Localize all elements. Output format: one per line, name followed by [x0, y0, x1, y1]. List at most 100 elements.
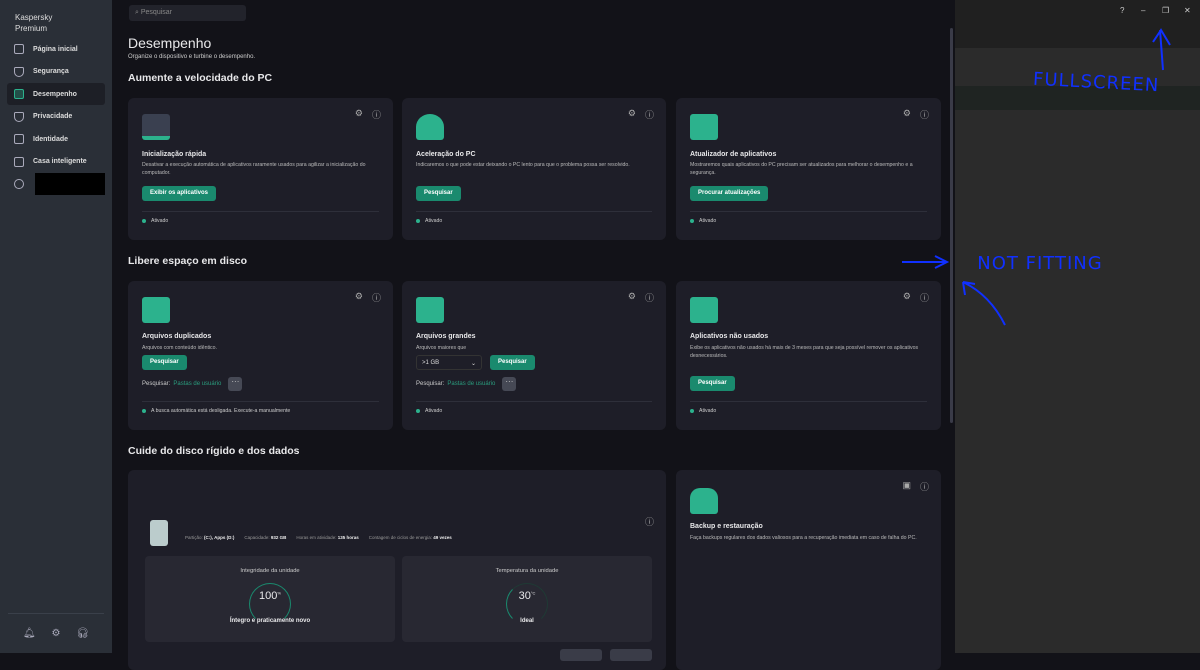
brand-name: Kaspersky Premium — [15, 13, 53, 33]
more-options-button[interactable]: ··· — [502, 377, 517, 391]
user-folders-link[interactable]: Pastas de usuário — [447, 381, 495, 387]
size-select[interactable]: >1 GB ⌄ — [416, 355, 482, 370]
card-disk-health: ⓘ Partição: (C:), Apps (D:) Capacidade: … — [128, 470, 666, 670]
duplicate-files-icon — [142, 297, 170, 323]
status-indicator: A busca automática está desligada. Execu… — [142, 408, 290, 414]
hours-label: Horas em atividade: — [296, 535, 337, 540]
disk-action-button-2[interactable] — [610, 649, 652, 661]
close-button[interactable]: ✕ — [1184, 6, 1191, 15]
sidebar-nav: Página inicial Segurança Desempenho Priv… — [7, 38, 105, 196]
disk-info: Partição: (C:), Apps (D:) Capacidade: 93… — [185, 535, 452, 540]
section-title-care: Cuide do disco rígido e dos dados — [128, 445, 300, 457]
status-text: Ativado — [425, 408, 443, 414]
section-title-disk: Libere espaço em disco — [128, 255, 248, 267]
card-description: Arquivos maiores que — [416, 345, 467, 351]
temperature-panel: Temperatura da unidade 30°C Ideal — [402, 556, 652, 642]
sidebar-footer: 🔔︎ ⚙ 🎧︎ — [8, 613, 104, 653]
sidebar: Kaspersky Premium Página inicial Seguran… — [0, 0, 112, 653]
gear-icon[interactable]: ⚙ — [355, 108, 363, 121]
show-apps-button[interactable]: Exibir os aplicativos — [142, 186, 217, 201]
card-title: Aplicativos não usados — [690, 333, 769, 340]
rocket-icon — [142, 114, 170, 140]
search-button[interactable]: Pesquisar — [142, 355, 187, 370]
sidebar-item-home[interactable]: Página inicial — [7, 38, 105, 60]
restore-button[interactable]: ❐ — [1162, 6, 1169, 15]
monitor-icon — [14, 89, 24, 99]
headset-icon[interactable]: 🎧︎ — [76, 628, 89, 639]
card-title: Aceleração do PC — [416, 151, 476, 158]
safe-icon[interactable]: ▣ — [902, 480, 911, 493]
card-description: Arquivos com conteúdo idêntico. — [142, 345, 217, 351]
search-button[interactable]: Pesquisar — [490, 355, 535, 370]
sidebar-item-privacy[interactable]: Privacidade — [7, 106, 105, 128]
gear-icon[interactable]: ⚙ — [628, 291, 636, 304]
speedometer-icon — [416, 114, 444, 140]
annotation-arrows — [902, 28, 1171, 326]
help-icon[interactable]: ⓘ — [645, 291, 654, 304]
search-location: Pesquisar: Pastas de usuário ··· — [416, 377, 517, 391]
sidebar-item-security[interactable]: Segurança — [7, 61, 105, 83]
help-icon[interactable]: ⓘ — [372, 108, 381, 121]
gear-icon[interactable]: ⚙ — [628, 108, 636, 121]
help-icon[interactable]: ⓘ — [920, 480, 929, 493]
gear-icon[interactable]: ⚙ — [52, 628, 61, 639]
integrity-panel: Integridade da unidade 100% Íntegro e pr… — [145, 556, 395, 642]
gear-icon[interactable]: ⚙ — [355, 291, 363, 304]
user-folders-link[interactable]: Pastas de usuário — [173, 381, 221, 387]
search-placeholder: Pesquisar — [140, 9, 173, 16]
integrity-title: Integridade da unidade — [240, 568, 300, 574]
search-location-label: Pesquisar: — [416, 381, 445, 387]
partition-value: (C:), Apps (D:) — [204, 535, 235, 540]
help-icon[interactable]: ⓘ — [645, 515, 654, 528]
card-backup: ▣ ⓘ Backup e restauração Faça backups reg… — [676, 470, 941, 670]
minimize-button[interactable]: – — [1141, 6, 1145, 15]
status-text: Ativado — [699, 408, 717, 414]
divider — [142, 401, 379, 402]
temperature-gauge — [506, 583, 548, 625]
chevron-down-icon: ⌄ — [470, 361, 476, 367]
page-title: Desempenho — [128, 35, 212, 51]
privacy-shield-icon — [14, 111, 24, 122]
card-title: Backup e restauração — [690, 523, 763, 530]
sidebar-item-performance[interactable]: Desempenho — [7, 83, 105, 105]
sidebar-item-identity[interactable]: Identidade — [7, 128, 105, 150]
app-update-icon — [690, 114, 718, 140]
size-select-value: >1 GB — [422, 360, 440, 366]
help-icon[interactable]: ⓘ — [645, 108, 654, 121]
disk-action-button-1[interactable] — [560, 649, 602, 661]
help-button[interactable]: ? — [1120, 6, 1124, 15]
sidebar-item-label: Casa inteligente — [33, 158, 87, 165]
status-indicator: Ativado — [142, 218, 168, 224]
search-button[interactable]: Pesquisar — [690, 376, 735, 391]
card-description: Exibe os aplicativos não usados há mais … — [690, 345, 919, 359]
search-location: Pesquisar: Pastas de usuário ··· — [142, 377, 243, 391]
sidebar-item-smart-home[interactable]: Casa inteligente — [7, 151, 105, 173]
house-icon — [14, 156, 24, 167]
divider — [416, 401, 652, 402]
card-title: Inicialização rápida — [142, 151, 207, 158]
partition-label: Partição: — [185, 535, 203, 540]
main-content: ⌕ Pesquisar Desempenho Organize o dispos… — [112, 0, 955, 670]
search-location-label: Pesquisar: — [142, 381, 171, 387]
page-subtitle: Organize o dispositivo e turbine o desem… — [128, 54, 256, 60]
large-files-folder-icon — [416, 297, 444, 323]
help-icon[interactable]: ⓘ — [372, 291, 381, 304]
status-indicator: Ativado — [690, 218, 716, 224]
card-description: Desativar a execução automática de aplic… — [142, 162, 366, 176]
home-icon — [14, 44, 24, 54]
check-updates-button[interactable]: Procurar atualizações — [690, 186, 769, 201]
search-button[interactable]: Pesquisar — [416, 186, 461, 201]
sidebar-item-account[interactable] — [7, 173, 105, 195]
status-text: Ativado — [151, 218, 169, 224]
bell-icon[interactable]: 🔔︎ — [23, 628, 36, 639]
card-description: Faça backups regulares dos dados valioso… — [690, 535, 917, 541]
divider — [690, 211, 927, 212]
more-options-button[interactable]: ··· — [228, 377, 243, 391]
card-title: Arquivos grandes — [416, 333, 476, 340]
user-icon — [14, 179, 24, 189]
sidebar-item-label: Identidade — [33, 135, 69, 143]
sidebar-item-label: Privacidade — [33, 113, 73, 120]
divider — [142, 211, 379, 212]
sidebar-item-label: Segurança — [33, 68, 69, 75]
search-input[interactable]: ⌕ Pesquisar — [129, 5, 246, 21]
